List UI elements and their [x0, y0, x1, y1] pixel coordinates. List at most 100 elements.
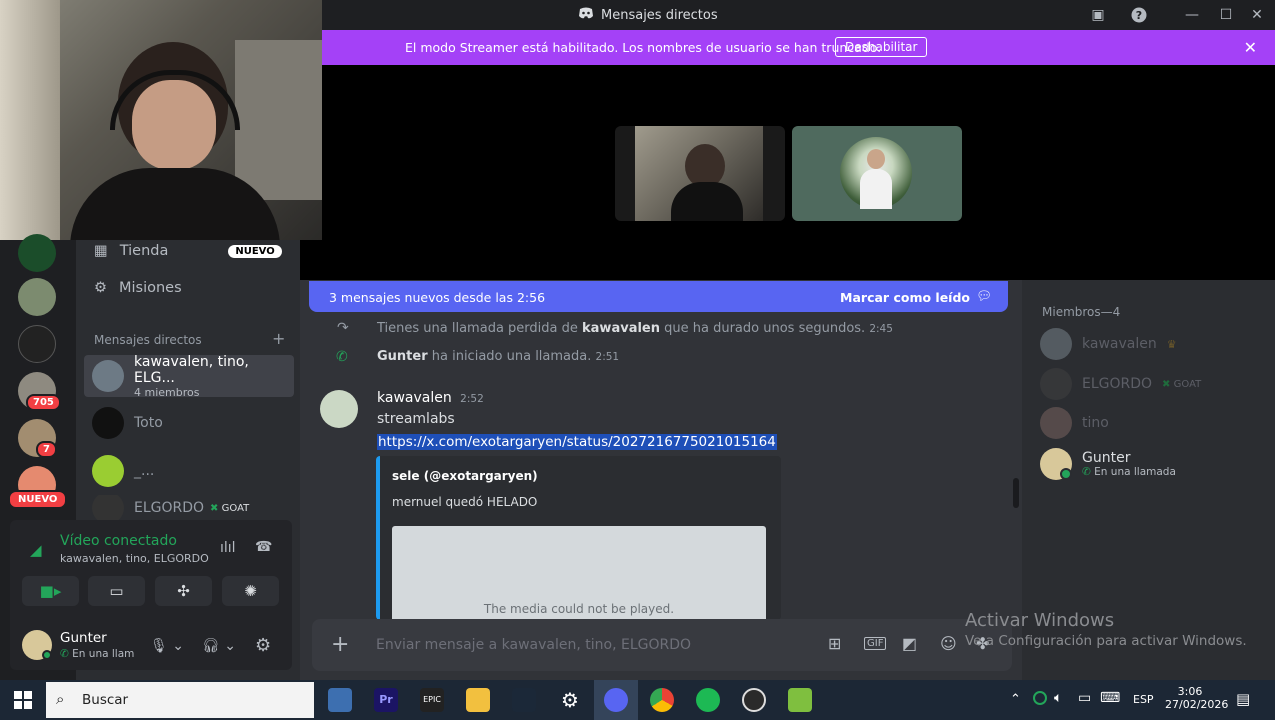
- network-icon[interactable]: ▭: [1078, 690, 1091, 706]
- user-avatar: [92, 495, 124, 521]
- add-dm-icon[interactable]: +: [272, 329, 285, 348]
- video-tile-avatar[interactable]: [792, 126, 962, 221]
- embed-author[interactable]: sele (@exotargaryen): [392, 469, 538, 483]
- member-item[interactable]: tino: [1040, 407, 1109, 439]
- call-stage: [300, 65, 1275, 280]
- notifications-icon[interactable]: ▤: [1236, 690, 1250, 708]
- banner-close-icon[interactable]: ✕: [1244, 38, 1257, 57]
- mention-badge: 705: [26, 394, 61, 411]
- nav-item-quests[interactable]: ⚙ Misiones: [94, 280, 182, 296]
- premiere-app-icon[interactable]: Pr: [374, 688, 398, 712]
- search-input[interactable]: Buscar: [82, 692, 128, 708]
- gif-icon[interactable]: GIF: [864, 637, 887, 650]
- camera-button[interactable]: ■▸: [22, 576, 79, 606]
- nav-item-shop[interactable]: ▦ Tienda NUEVO: [94, 243, 282, 259]
- embed-text: mernuel quedó HELADO: [392, 495, 538, 509]
- microphone-icon[interactable]: 🎙︎ ⌄: [150, 638, 184, 654]
- activities-button[interactable]: ✣: [155, 576, 212, 606]
- epic-games-icon[interactable]: EPIC: [420, 688, 444, 712]
- steam-icon[interactable]: [512, 688, 536, 712]
- dm-sub: 4 miembros: [134, 385, 200, 399]
- server-icon[interactable]: [18, 325, 56, 363]
- dm-item[interactable]: Toto: [84, 402, 294, 444]
- activities-icon: ✣: [177, 582, 190, 600]
- group-avatar: [92, 360, 124, 392]
- news-app-icon[interactable]: [328, 688, 352, 712]
- spotify-icon[interactable]: [696, 688, 720, 712]
- android-app-icon[interactable]: [788, 688, 812, 712]
- message-header: kawavalen 2:52: [377, 390, 484, 406]
- system-message: Gunter ha iniciado una llamada. 2:51: [377, 349, 620, 364]
- tray-app-icon[interactable]: [1033, 691, 1047, 705]
- member-name: kawavalen: [1082, 336, 1157, 352]
- help-icon[interactable]: ?: [1127, 5, 1151, 25]
- headphones-icon[interactable]: 🎧︎ ⌄: [202, 638, 236, 654]
- disable-streamer-button[interactable]: Deshabilitar: [835, 37, 928, 57]
- settings-icon[interactable]: ⚙: [558, 688, 582, 712]
- clock[interactable]: 3:06 27/02/2026: [1165, 685, 1228, 711]
- soundboard-button[interactable]: ✺: [222, 576, 279, 606]
- close-window-button[interactable]: ✕: [1245, 5, 1269, 25]
- taskbar-search[interactable]: ⌕ Buscar: [46, 682, 314, 718]
- author-avatar[interactable]: [320, 390, 358, 428]
- svg-text:?: ?: [1136, 9, 1142, 22]
- member-name: ELGORDO: [1082, 376, 1153, 392]
- windows-start-icon[interactable]: [14, 691, 32, 713]
- link-embed[interactable]: sele (@exotargaryen) mernuel quedó HELAD…: [376, 456, 781, 620]
- mark-read-button[interactable]: Marcar como leído: [840, 290, 970, 305]
- gift-icon[interactable]: ⊞: [828, 634, 841, 653]
- server-icon[interactable]: [18, 234, 56, 272]
- minimize-button[interactable]: —: [1180, 5, 1204, 25]
- taskbar: ⌕ Buscar Pr EPIC ⚙ ⌃ 🔈︎ ▭ ⌨ ESP 3:06 27/…: [0, 680, 1275, 720]
- user-avatar: [92, 407, 124, 439]
- file-explorer-icon[interactable]: [466, 688, 490, 712]
- inbox-icon[interactable]: ▣: [1086, 5, 1110, 25]
- new-messages-bar[interactable]: 3 mensajes nuevos desde las 2:56 Marcar …: [309, 281, 1008, 312]
- chrome-icon[interactable]: [650, 688, 674, 712]
- member-item[interactable]: ELGORDO ✖ GOAT: [1040, 368, 1201, 400]
- watermark-sub: Ve a Configuración para activar Windows.: [965, 633, 1247, 649]
- embed-media[interactable]: The media could not be played.: [392, 526, 766, 620]
- emoji-icon[interactable]: ☺: [940, 634, 957, 653]
- media-error-text: The media could not be played.: [483, 602, 675, 616]
- language-indicator[interactable]: ESP: [1133, 693, 1154, 706]
- keyboard-icon[interactable]: ⌨: [1100, 690, 1120, 706]
- maximize-button[interactable]: ☐: [1214, 5, 1238, 25]
- volume-icon[interactable]: 🔈︎: [1054, 690, 1062, 706]
- signal-icon: ◢: [30, 541, 42, 559]
- video-tile-self[interactable]: [615, 126, 785, 221]
- window-title-text: Mensajes directos: [601, 7, 718, 23]
- mark-read-icon: 💬︎: [976, 288, 992, 303]
- member-item[interactable]: Gunter ✆ En una llamada: [1040, 448, 1176, 480]
- camera-icon: ■▸: [39, 582, 62, 600]
- tray-chevron-icon[interactable]: ⌃: [1010, 692, 1021, 707]
- goat-tag: ✖ GOAT: [210, 502, 250, 514]
- system-message: Tienes una llamada perdida de kawavalen …: [377, 321, 893, 336]
- discord-window: Mensajes directos ▣ ? — ☐ ✕ El modo Stre…: [0, 0, 1275, 720]
- online-status-icon: [42, 650, 52, 660]
- chat-area: 3 mensajes nuevos desde las 2:56 Marcar …: [300, 280, 1022, 680]
- dm-name: kawavalen, tino, ELG...: [134, 353, 249, 386]
- obs-icon[interactable]: [742, 688, 766, 712]
- dm-name: Toto: [134, 415, 163, 431]
- dm-item[interactable]: ELGORDO ✖ GOAT: [84, 495, 294, 521]
- member-item[interactable]: kawavalen ♛: [1040, 328, 1177, 360]
- noise-suppression-icon[interactable]: ılıl: [220, 540, 236, 556]
- add-attachment-icon[interactable]: +: [331, 632, 349, 657]
- video-feed: [635, 126, 763, 221]
- member-avatar: [1040, 328, 1072, 360]
- message-input[interactable]: Enviar mensaje a kawavalen, tino, ELGORD…: [376, 637, 691, 653]
- dm-item-group[interactable]: kawavalen, tino, ELG... 4 miembros: [84, 353, 294, 399]
- settings-gear-icon[interactable]: ⚙: [255, 635, 271, 656]
- disconnect-icon[interactable]: ☎: [255, 539, 272, 555]
- discord-taskbar-active[interactable]: [594, 680, 638, 720]
- webcam-overlay: [0, 0, 322, 240]
- scrollbar-thumb[interactable]: [1013, 478, 1019, 508]
- author-name[interactable]: kawavalen: [377, 390, 452, 406]
- message-composer: + Enviar mensaje a kawavalen, tino, ELGO…: [312, 619, 1012, 671]
- dm-item[interactable]: _...: [84, 450, 294, 492]
- message-link[interactable]: https://x.com/exotargaryen/status/202721…: [377, 434, 777, 450]
- screen-share-button[interactable]: ▭: [88, 576, 145, 606]
- sticker-icon[interactable]: ◩: [902, 634, 917, 653]
- server-icon[interactable]: [18, 278, 56, 316]
